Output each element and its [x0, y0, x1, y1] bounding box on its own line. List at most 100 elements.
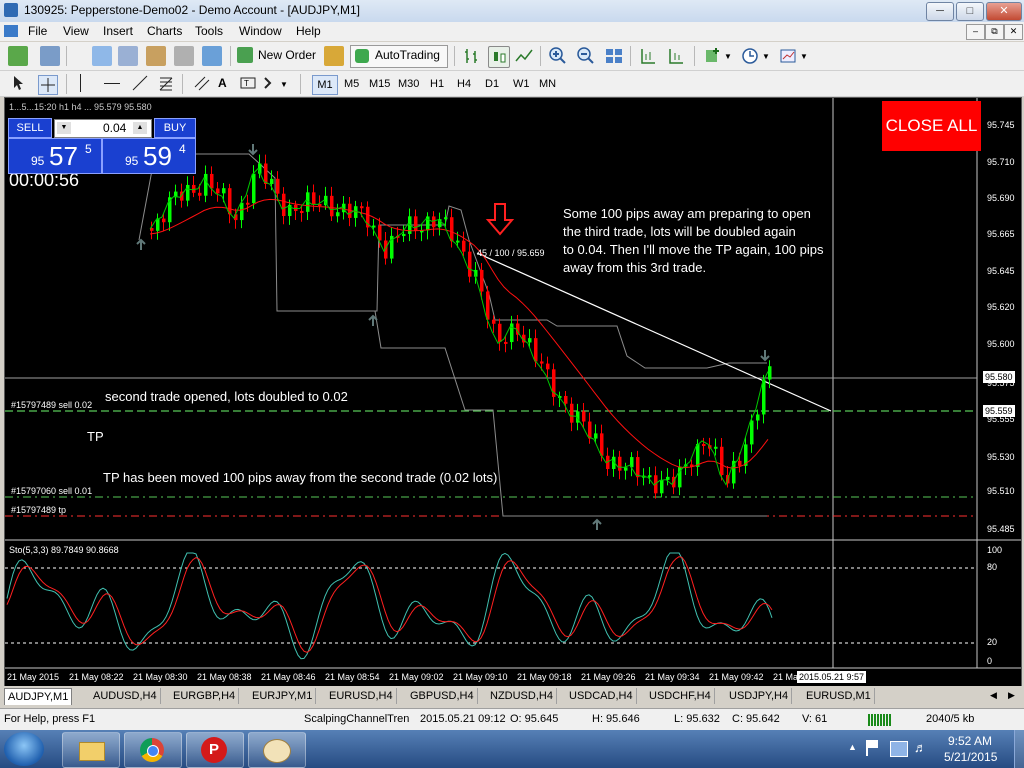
- tab-scroll-right-icon[interactable]: ▶: [1008, 690, 1015, 701]
- tab-eurgbp-h4[interactable]: EURGBP,H4: [170, 688, 240, 704]
- clock-date[interactable]: 5/21/2015: [944, 750, 997, 764]
- arrows-dropdown-icon[interactable]: ▼: [280, 80, 288, 89]
- child-minimize-button[interactable]: –: [966, 24, 985, 40]
- file-explorer-taskbar-icon[interactable]: [62, 732, 120, 768]
- menu-tools[interactable]: Tools: [195, 24, 223, 38]
- cursor-icon[interactable]: [10, 75, 26, 91]
- market-watch-icon[interactable]: [92, 46, 112, 66]
- zoom-in-icon[interactable]: [548, 46, 568, 66]
- tab-nzdusd-h4[interactable]: NZDUSD,H4: [487, 688, 557, 704]
- timeframe-w1[interactable]: W1: [513, 75, 530, 93]
- chart-shift-icon[interactable]: [638, 46, 658, 66]
- timeframe-h1[interactable]: H1: [430, 75, 444, 93]
- menu-insert[interactable]: Insert: [103, 24, 133, 38]
- order-label-sell-001[interactable]: #15797060 sell 0.01: [11, 486, 92, 496]
- auto-scroll-icon[interactable]: [666, 46, 686, 66]
- buy-price-box[interactable]: 95 59 4: [102, 138, 196, 174]
- tray-expand-icon[interactable]: ▲: [848, 742, 857, 752]
- sell-button[interactable]: SELL: [8, 118, 52, 138]
- timeframe-mn[interactable]: MN: [539, 75, 556, 93]
- flag-icon[interactable]: [866, 740, 882, 756]
- indicators-dropdown-icon[interactable]: ▼: [724, 52, 732, 61]
- autotrading-button[interactable]: AutoTrading: [350, 45, 448, 68]
- lot-increase-icon[interactable]: ▲: [133, 122, 147, 134]
- new-order-button[interactable]: New Order: [258, 46, 316, 64]
- candle-body: [462, 240, 466, 252]
- close-all-button[interactable]: CLOSE ALL: [882, 101, 981, 151]
- navigator-icon[interactable]: [146, 46, 166, 66]
- timeframe-m1[interactable]: M1: [312, 75, 338, 95]
- status-profile[interactable]: ScalpingChannelTren: [304, 713, 409, 725]
- order-label-tp[interactable]: #15797489 tp: [11, 505, 66, 515]
- minimize-button[interactable]: ─: [926, 2, 954, 21]
- text-label-icon[interactable]: A: [218, 76, 227, 90]
- channel-icon[interactable]: [194, 75, 210, 91]
- candle-body: [582, 411, 586, 422]
- tab-eurusd-m1[interactable]: EURUSD,M1: [803, 688, 875, 704]
- order-label-sell-002[interactable]: #15797489 sell 0.02: [11, 400, 92, 410]
- tab-audjpy-m1[interactable]: AUDJPY,M1: [4, 688, 73, 705]
- chrome-taskbar-icon[interactable]: [124, 732, 182, 768]
- tab-eurjpy-m1[interactable]: EURJPY,M1: [249, 688, 317, 704]
- child-close-button[interactable]: ✕: [1004, 24, 1023, 40]
- templates-icon[interactable]: [778, 46, 798, 66]
- connection-status-icon[interactable]: [868, 714, 892, 726]
- tab-usdchf-h4[interactable]: USDCHF,H4: [646, 688, 715, 704]
- child-restore-button[interactable]: ⧉: [985, 24, 1004, 40]
- bar-chart-icon[interactable]: [462, 46, 482, 66]
- buy-button[interactable]: BUY: [154, 118, 196, 138]
- network-icon[interactable]: [890, 741, 908, 757]
- data-window-icon[interactable]: [118, 46, 138, 66]
- menu-charts[interactable]: Charts: [147, 24, 182, 38]
- metaeditor-icon[interactable]: [324, 46, 344, 66]
- menu-window[interactable]: Window: [239, 24, 282, 38]
- horizontal-line-icon[interactable]: [104, 83, 120, 84]
- menu-view[interactable]: View: [63, 24, 89, 38]
- pepperstone-taskbar-icon[interactable]: P: [186, 732, 244, 768]
- text-icon[interactable]: T: [240, 75, 256, 91]
- clock-time[interactable]: 9:52 AM: [948, 734, 992, 748]
- lot-size-input[interactable]: ▼ 0.04 ▲: [54, 119, 152, 138]
- tab-usdjpy-h4[interactable]: USDJPY,H4: [726, 688, 793, 704]
- strategy-tester-icon[interactable]: [202, 46, 222, 66]
- crosshair-icon[interactable]: [38, 75, 58, 95]
- trendline-icon[interactable]: [132, 75, 148, 91]
- menu-help[interactable]: Help: [296, 24, 321, 38]
- close-button[interactable]: ✕: [986, 2, 1022, 21]
- profiles-icon[interactable]: [40, 46, 60, 66]
- tab-audusd-h4[interactable]: AUDUSD,H4: [90, 688, 161, 704]
- start-button[interactable]: [4, 732, 44, 766]
- timeframe-m15[interactable]: M15: [369, 75, 390, 93]
- timeframe-h4[interactable]: H4: [457, 75, 471, 93]
- show-desktop-button[interactable]: [1014, 730, 1024, 768]
- templates-dropdown-icon[interactable]: ▼: [800, 52, 808, 61]
- new-order-icon[interactable]: [237, 47, 253, 63]
- periods-dropdown-icon[interactable]: ▼: [762, 52, 770, 61]
- chart-window[interactable]: 1...5...15:20 h1 h4 ... 95.579 95.580 00…: [4, 97, 1022, 687]
- timeframe-m30[interactable]: M30: [398, 75, 419, 93]
- candlestick-icon[interactable]: [488, 46, 510, 68]
- tab-gbpusd-h4[interactable]: GBPUSD,H4: [407, 688, 478, 704]
- paint-taskbar-icon[interactable]: [248, 732, 306, 768]
- tab-scroll-left-icon[interactable]: ◀: [990, 690, 997, 701]
- sell-price-box[interactable]: 95 57 5: [8, 138, 102, 174]
- lot-decrease-icon[interactable]: ▼: [57, 122, 71, 134]
- fibonacci-icon[interactable]: [158, 75, 174, 91]
- timeframe-d1[interactable]: D1: [485, 75, 499, 93]
- tab-usdcad-h4[interactable]: USDCAD,H4: [566, 688, 637, 704]
- timeframe-m5[interactable]: M5: [344, 75, 359, 93]
- line-chart-icon[interactable]: [514, 46, 534, 66]
- maximize-button[interactable]: □: [956, 2, 984, 21]
- tile-windows-icon[interactable]: [604, 46, 624, 66]
- zoom-out-icon[interactable]: [576, 46, 596, 66]
- indicators-icon[interactable]: [702, 46, 722, 66]
- periods-icon[interactable]: [740, 46, 760, 66]
- arrows-icon[interactable]: [262, 75, 278, 91]
- tab-eurusd-h4[interactable]: EURUSD,H4: [326, 688, 397, 704]
- terminal-icon[interactable]: [174, 46, 194, 66]
- menu-file[interactable]: File: [28, 24, 47, 38]
- volume-icon[interactable]: ♬: [914, 741, 928, 755]
- new-chart-icon[interactable]: [8, 46, 28, 66]
- candle-body: [312, 192, 316, 205]
- vertical-line-icon[interactable]: [80, 74, 84, 92]
